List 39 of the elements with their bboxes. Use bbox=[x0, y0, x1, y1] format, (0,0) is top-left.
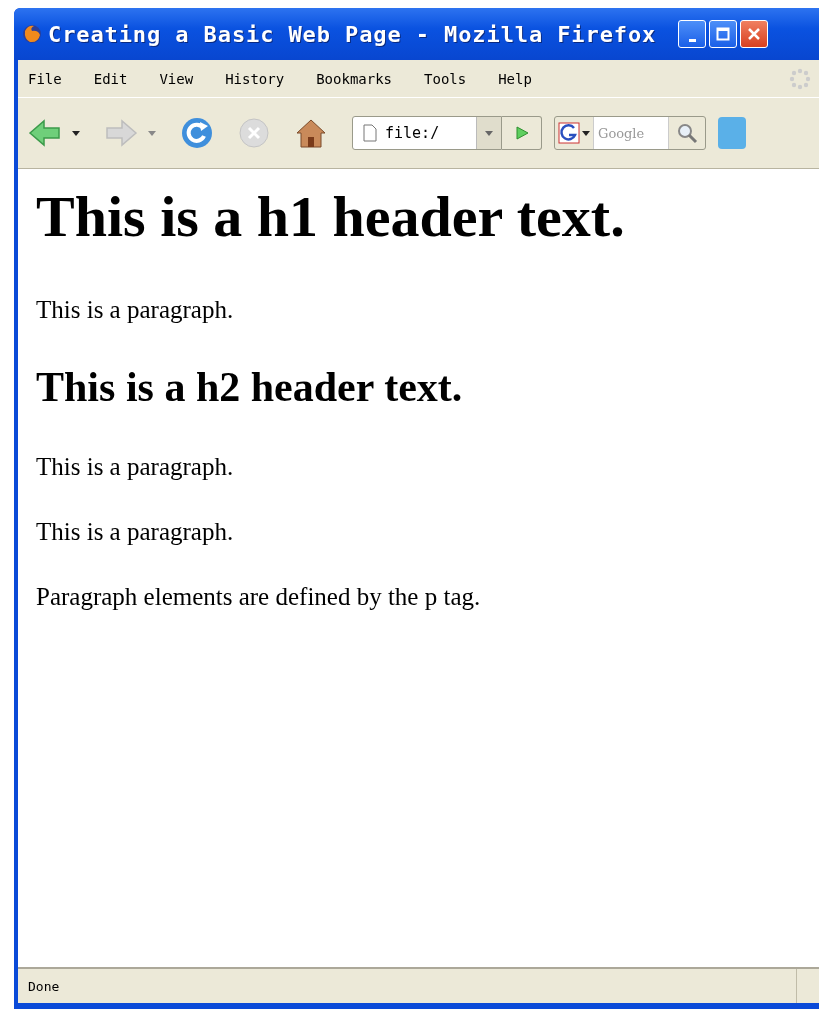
stop-button[interactable] bbox=[238, 117, 270, 149]
caret-icon[interactable] bbox=[72, 130, 80, 136]
minimize-icon bbox=[688, 38, 696, 42]
close-icon bbox=[747, 27, 762, 41]
search-field[interactable]: Google bbox=[593, 117, 669, 149]
paragraph: This is a paragraph. bbox=[36, 517, 235, 547]
menu-item[interactable]: Help bbox=[498, 70, 532, 87]
play-icon bbox=[513, 125, 530, 141]
minimize-button[interactable] bbox=[678, 20, 707, 48]
window-title: Creating a Basic Web Page - Mozilla Firefox bbox=[48, 21, 657, 47]
back-button[interactable] bbox=[28, 118, 62, 148]
close-button[interactable] bbox=[740, 20, 769, 48]
letter-g-icon bbox=[558, 122, 580, 144]
maximize-icon bbox=[716, 27, 731, 41]
reload-button[interactable] bbox=[180, 116, 214, 150]
go-button[interactable] bbox=[502, 116, 542, 150]
page-icon bbox=[363, 124, 377, 142]
caret-icon bbox=[582, 130, 590, 136]
menu-item[interactable]: View bbox=[159, 70, 194, 87]
url-text: file:/ bbox=[385, 124, 440, 142]
home-button[interactable] bbox=[294, 117, 328, 149]
maximize-button[interactable] bbox=[709, 20, 738, 48]
menu-item[interactable]: History bbox=[225, 70, 285, 87]
heading: This is a h1 header text. bbox=[36, 183, 626, 251]
paragraph: Paragraph elements are defined by the p tag. bbox=[36, 582, 482, 612]
subheading: This is a h2 header text. bbox=[36, 362, 464, 412]
search-icon bbox=[676, 122, 698, 144]
paragraph: This is a paragraph. bbox=[36, 452, 235, 482]
activity-indicator-icon bbox=[789, 67, 811, 90]
menu-item[interactable]: Edit bbox=[93, 70, 128, 87]
status-text: Done bbox=[28, 978, 60, 994]
caret-icon bbox=[485, 130, 493, 136]
menu-item[interactable]: File bbox=[28, 70, 62, 87]
menu-item[interactable]: Tools bbox=[424, 70, 467, 87]
dropdown-button[interactable] bbox=[476, 117, 501, 149]
address-bar[interactable]: file:/ bbox=[352, 116, 502, 150]
paragraph: This is a paragraph. bbox=[36, 294, 235, 325]
browser-logo-icon bbox=[22, 24, 42, 44]
menu-item[interactable]: Bookmarks bbox=[316, 70, 393, 87]
